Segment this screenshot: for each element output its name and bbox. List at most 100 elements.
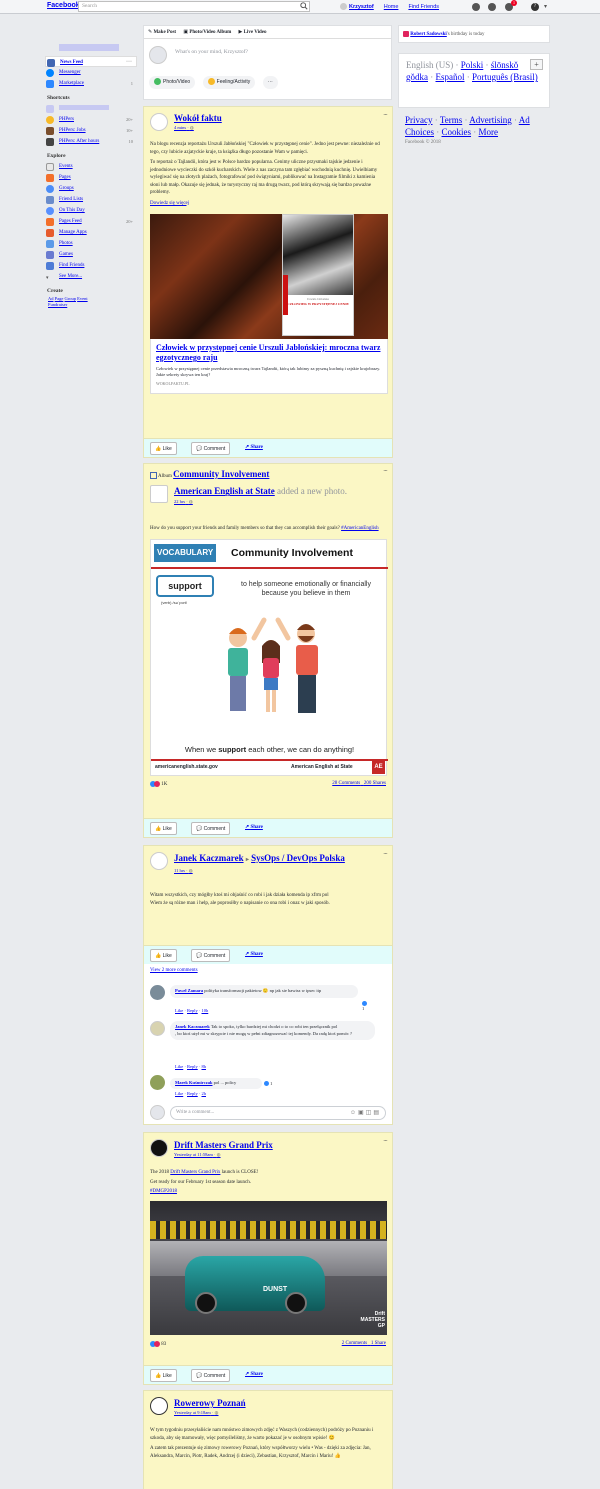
language-link[interactable]: Polski <box>461 60 484 70</box>
comments-count[interactable]: 28 Comments <box>332 781 360 786</box>
page-link[interactable]: Drift Masters Grand Prix <box>170 1170 220 1175</box>
friend-requests-icon[interactable] <box>472 3 480 11</box>
user-avatar[interactable] <box>150 1021 165 1036</box>
comment-button[interactable]: 💬 Comment <box>191 949 231 962</box>
comment-like-link[interactable]: Like <box>175 1091 183 1096</box>
photo-video-button[interactable]: Photo/Video <box>149 76 196 89</box>
post-author[interactable]: Wokół faktu <box>174 113 386 124</box>
hashtag-link[interactable]: #AmericanEnglish <box>341 526 379 531</box>
birthday-reminder[interactable]: Robert Sadowski's birthday is today <box>398 25 550 43</box>
share-button[interactable]: ↗ Share <box>245 824 263 830</box>
post-image[interactable]: DUNST Drift MASTERS GP <box>150 1200 387 1335</box>
comment-like-link[interactable]: Like <box>175 1008 183 1013</box>
share-button[interactable]: ↗ Share <box>245 951 263 957</box>
post-options-icon[interactable]: ··· <box>383 1137 388 1145</box>
sidebar-item-marketplace[interactable]: Marketplace 1 <box>45 78 137 89</box>
sidebar-item-games[interactable]: Games <box>45 249 137 260</box>
tab-photo-album[interactable]: ▣ Photo/Video Album <box>183 30 231 35</box>
share-button[interactable]: ↗ Share <box>245 444 263 450</box>
post-options-icon[interactable]: ··· <box>383 467 388 475</box>
find-friends-link[interactable]: Find Friends <box>408 4 439 10</box>
sidebar-item-groups[interactable]: Groups <box>45 183 137 194</box>
sidebar-item-photos[interactable]: Photos <box>45 238 137 249</box>
read-more-link[interactable]: Dowiedz się więcej <box>150 201 189 206</box>
post-timestamp[interactable]: 4 mins · ◍ <box>174 125 386 131</box>
more-link[interactable]: More <box>479 127 499 137</box>
shares-count[interactable]: 1 Share <box>371 1341 386 1346</box>
tab-live-video[interactable]: ▶ Live Video <box>238 30 266 35</box>
reaction-count[interactable]: 1K <box>161 782 167 787</box>
page-avatar[interactable] <box>150 113 168 131</box>
cookies-link[interactable]: Cookies <box>442 127 472 137</box>
create-fundraiser-link[interactable]: Fundraiser <box>48 302 67 307</box>
post-timestamp[interactable]: Yesterday at 9:18am · ◍ <box>174 1410 386 1416</box>
comment-reply-link[interactable]: Reply <box>187 1008 198 1013</box>
share-button[interactable]: ↗ Share <box>245 1371 263 1377</box>
page-avatar[interactable] <box>150 485 168 504</box>
sidebar-item-phpers-jobs[interactable]: PHPers: Jobs 10+ <box>45 125 137 136</box>
sidebar-item-shortcut[interactable] <box>45 103 137 114</box>
sidebar-item-find-friends[interactable]: Find Friends <box>45 260 137 271</box>
link-preview-card[interactable]: Człowiek w przystępnej cenie Urszuli Jab… <box>150 339 388 394</box>
shares-count[interactable]: 200 Shares <box>364 781 386 786</box>
comment-reply-link[interactable]: Reply <box>187 1091 198 1096</box>
sidebar-item-messenger[interactable]: Messenger <box>45 67 137 78</box>
sidebar-item-news-feed[interactable]: News Feed ··· <box>45 56 137 67</box>
sidebar-item-events[interactable]: Events <box>45 161 137 172</box>
create-ad-link[interactable]: Ad <box>48 296 54 301</box>
sidebar-item-pages-feed[interactable]: Pages Feed 20+ <box>45 216 137 227</box>
post-timestamp[interactable]: Yesterday at 11:58am · ◍ <box>174 1152 386 1158</box>
sidebar-item-see-more[interactable]: ▾ See More... <box>45 271 137 282</box>
language-link[interactable]: Español <box>436 72 465 82</box>
comments-count[interactable]: 2 Comments <box>342 1341 367 1346</box>
post-image[interactable]: VOCABULARY Community Involvement support… <box>150 538 388 776</box>
comment-button[interactable]: 💬 Comment <box>191 822 231 835</box>
search-input[interactable]: Search <box>78 1 310 12</box>
add-language-button[interactable]: + <box>530 59 543 70</box>
advertising-link[interactable]: Advertising <box>469 115 512 125</box>
group-link[interactable]: SysOps / DevOps Polska <box>251 853 345 863</box>
more-options-button[interactable]: ··· <box>262 76 278 89</box>
post-options-icon[interactable]: ··· <box>383 850 388 858</box>
search-icon[interactable] <box>300 2 308 10</box>
sidebar-item-phpers[interactable]: PHPers 20+ <box>45 114 137 125</box>
composer-input[interactable]: What's on your mind, Krzysztof? <box>144 39 391 73</box>
comment-attach-icons[interactable]: ☺▣◫▤ <box>350 1109 381 1116</box>
facebook-logo[interactable]: Facebook <box>47 2 80 9</box>
language-link[interactable]: Português (Brasil) <box>472 72 538 82</box>
like-button[interactable]: 👍 Like <box>150 442 177 455</box>
like-button[interactable]: 👍 Like <box>150 949 177 962</box>
link-preview-image[interactable]: Urszula Jabłońska CZŁOWIEK W PRZYSTĘPNEJ… <box>150 214 388 339</box>
comment-input[interactable]: Write a comment... ☺▣◫▤ <box>170 1106 386 1120</box>
account-menu-icon[interactable]: ▾ <box>544 3 552 11</box>
create-page-link[interactable]: Page <box>55 296 64 301</box>
messages-icon[interactable] <box>488 3 496 11</box>
create-group-link[interactable]: Group <box>65 296 77 301</box>
hashtag-link[interactable]: #DMGP2018 <box>150 1189 177 1194</box>
post-author[interactable]: American English at State <box>174 486 275 496</box>
comment-like-link[interactable]: Like <box>175 1064 183 1069</box>
sidebar-item-friend-lists[interactable]: Friend Lists <box>45 194 137 205</box>
like-button[interactable]: 👍 Like <box>150 1369 177 1382</box>
terms-link[interactable]: Terms <box>440 115 462 125</box>
post-options-icon[interactable]: ··· <box>383 111 388 119</box>
sidebar-item-on-this-day[interactable]: On This Day <box>45 205 137 216</box>
reaction-count[interactable]: 83 <box>161 1342 166 1347</box>
like-button[interactable]: 👍 Like <box>150 822 177 835</box>
sidebar-item-pages[interactable]: Pages <box>45 172 137 183</box>
tab-make-post[interactable]: ✎ Make Post <box>148 30 176 35</box>
post-author[interactable]: Rowerowy Poznań <box>174 1398 386 1409</box>
page-avatar[interactable] <box>150 1139 168 1157</box>
post-timestamp[interactable]: 22 hrs · ◍ <box>174 499 386 505</box>
user-avatar[interactable] <box>150 852 168 870</box>
profile-link[interactable]: Krzysztof <box>340 3 374 10</box>
page-avatar[interactable] <box>150 1397 168 1415</box>
post-author[interactable]: Janek Kaczmarek <box>174 853 244 863</box>
view-more-comments-link[interactable]: View 2 more comments <box>150 968 198 973</box>
comment-button[interactable]: 💬 Comment <box>191 1369 231 1382</box>
help-icon[interactable]: ? <box>531 3 539 11</box>
home-link[interactable]: Home <box>384 4 399 10</box>
post-timestamp[interactable]: 11 hrs · ◍ <box>174 868 386 874</box>
privacy-link[interactable]: Privacy <box>405 115 433 125</box>
sidebar-item-phpers-after-hours[interactable]: PHPers: After hours 10 <box>45 136 137 147</box>
